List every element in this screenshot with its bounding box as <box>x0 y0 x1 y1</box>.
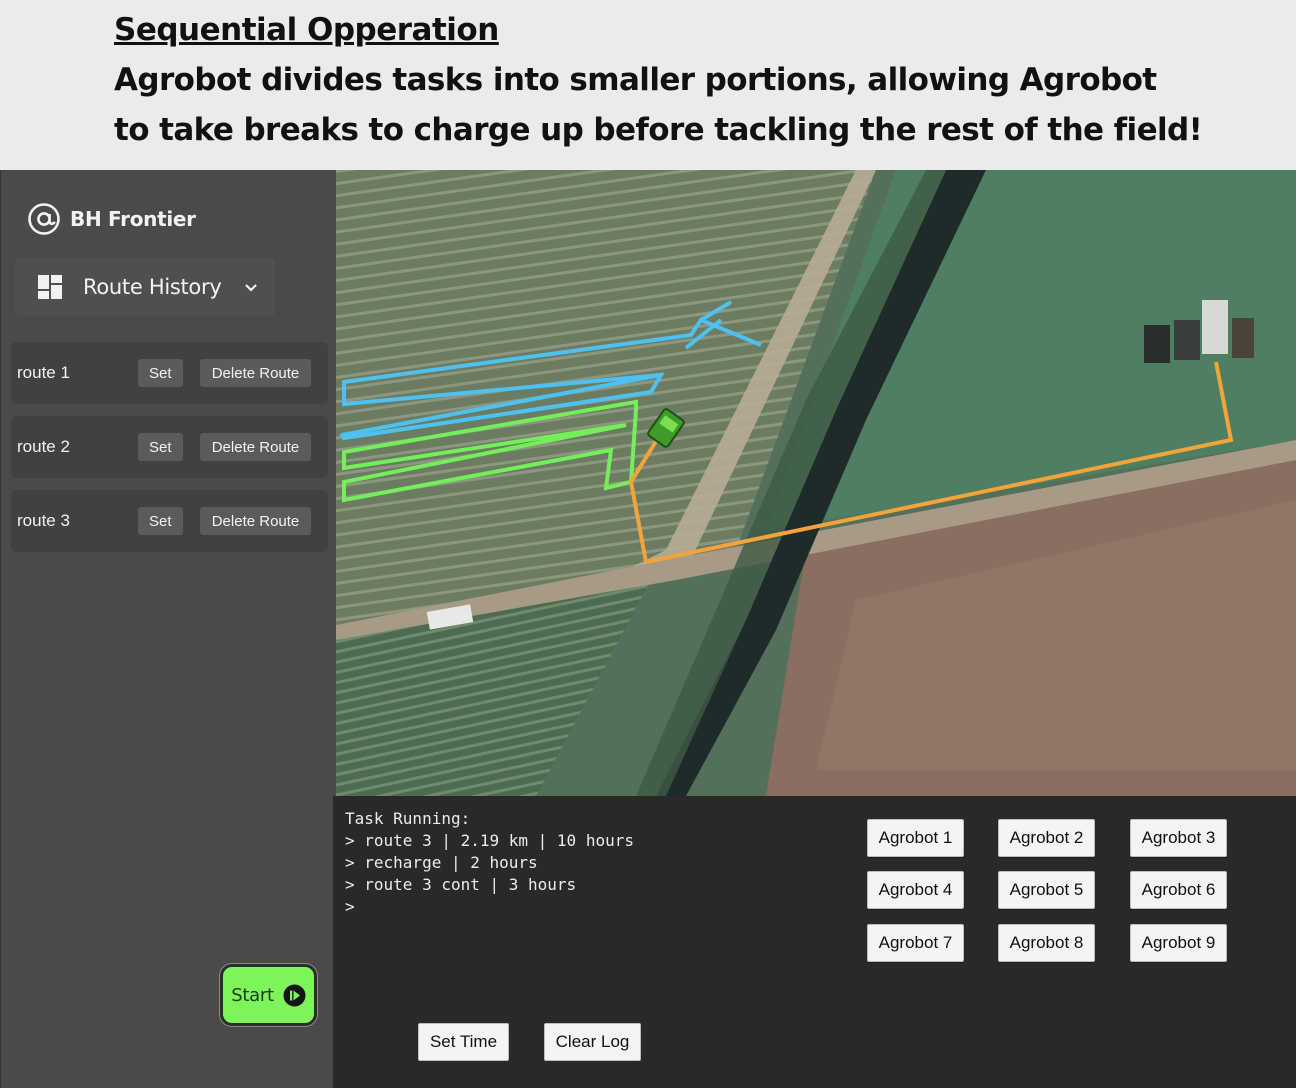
route-name: route 1 <box>17 363 70 382</box>
brand-name: BH Frontier <box>70 207 196 231</box>
log-line: > recharge | 2 hours <box>345 853 538 872</box>
set-route-button[interactable]: Set <box>138 433 183 461</box>
set-time-button[interactable]: Set Time <box>418 1023 509 1061</box>
sidebar: BH Frontier Route History route 1 Set De… <box>0 170 336 1088</box>
log-line: Task Running: <box>345 809 471 828</box>
route-item: route 1 Set Delete Route <box>11 342 328 404</box>
route-item: route 2 Set Delete Route <box>11 416 328 478</box>
at-sign-icon <box>28 203 60 235</box>
agrobot-2-button[interactable]: Agrobot 2 <box>998 819 1095 857</box>
route-item: route 3 Set Delete Route <box>11 490 328 552</box>
route-history-label: Route History <box>83 275 222 299</box>
agrobot-8-button[interactable]: Agrobot 8 <box>998 924 1095 962</box>
chevron-down-icon <box>245 284 258 292</box>
set-route-button[interactable]: Set <box>138 359 183 387</box>
delete-route-button[interactable]: Delete Route <box>200 359 311 387</box>
route-name: route 3 <box>17 511 70 530</box>
set-route-button[interactable]: Set <box>138 507 183 535</box>
clear-log-button[interactable]: Clear Log <box>544 1023 641 1061</box>
agrobot-9-button[interactable]: Agrobot 9 <box>1130 924 1227 962</box>
log-line: > route 3 cont | 3 hours <box>345 875 577 894</box>
map-canvas <box>336 170 1296 796</box>
brand[interactable]: BH Frontier <box>27 202 196 236</box>
caption-line-1: Agrobot divides tasks into smaller porti… <box>114 62 1157 98</box>
caption-line-2: to take breaks to charge up before tackl… <box>114 112 1203 148</box>
agrobot-1-button[interactable]: Agrobot 1 <box>867 819 964 857</box>
caption-title: Sequential Opperation <box>114 12 499 48</box>
agrobot-4-button[interactable]: Agrobot 4 <box>867 871 964 909</box>
caption-header: Sequential Opperation Agrobot divides ta… <box>0 0 1296 170</box>
log-line: > route 3 | 2.19 km | 10 hours <box>345 831 634 850</box>
start-button[interactable]: Start <box>220 964 317 1026</box>
agrobot-7-button[interactable]: Agrobot 7 <box>867 924 964 962</box>
play-icon <box>283 984 306 1006</box>
start-label: Start <box>231 984 274 1006</box>
delete-route-button[interactable]: Delete Route <box>200 433 311 461</box>
task-log: Task Running: > route 3 | 2.19 km | 10 ho… <box>345 808 634 918</box>
satellite-map[interactable] <box>336 170 1296 796</box>
delete-route-button[interactable]: Delete Route <box>200 507 311 535</box>
log-line: > <box>345 897 355 916</box>
route-history-dropdown[interactable]: Route History <box>15 258 275 316</box>
route-name: route 2 <box>17 437 70 456</box>
console-panel: Task Running: > route 3 | 2.19 km | 10 ho… <box>333 796 1296 1088</box>
agrobot-3-button[interactable]: Agrobot 3 <box>1130 819 1227 857</box>
agrobot-5-button[interactable]: Agrobot 5 <box>998 871 1095 909</box>
dashboard-icon <box>38 275 62 299</box>
agrobot-6-button[interactable]: Agrobot 6 <box>1130 871 1227 909</box>
